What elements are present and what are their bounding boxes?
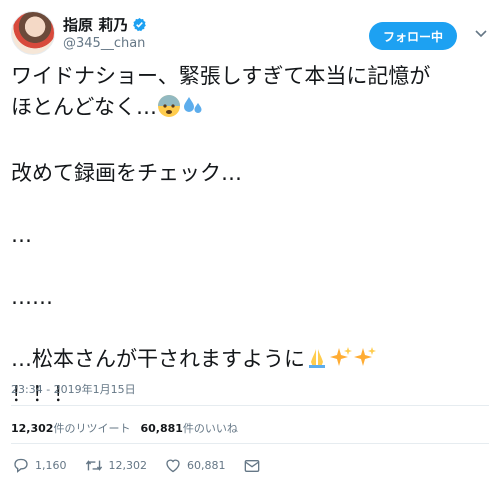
tweet-actions: 1,160 12,302 60,881 [13, 458, 284, 473]
like-count: 60,881 [187, 459, 226, 472]
tweet-line [11, 189, 489, 220]
tweet-line [11, 127, 489, 158]
sparkles-emoji [329, 346, 353, 379]
retweet-icon [85, 460, 102, 471]
tweet-line: ほとんどなく… [11, 92, 489, 127]
following-button[interactable]: フォロー中 [369, 22, 457, 50]
heart-icon [166, 459, 180, 473]
tweet-line: 改めて録画をチェック… [11, 161, 242, 185]
tweet-line: … [11, 223, 32, 247]
reply-count: 1,160 [35, 459, 67, 472]
reply-button[interactable]: 1,160 [13, 458, 67, 473]
anxious-face-emoji [157, 94, 181, 127]
retweet-button[interactable]: 12,302 [85, 458, 148, 473]
tweet-line [11, 251, 489, 282]
envelope-icon [244, 459, 259, 472]
tweet-line [11, 313, 489, 344]
direct-message-button[interactable] [244, 459, 266, 473]
chevron-down-icon[interactable] [472, 25, 490, 43]
tweet-line: …… [11, 285, 53, 309]
divider [11, 405, 489, 406]
tweet-line: …松本さんが干されますように [11, 344, 489, 379]
verified-badge-icon [132, 17, 147, 32]
folded-hands-emoji [305, 346, 329, 379]
user-name-row: 指原 莉乃 [63, 14, 147, 35]
like-button[interactable]: 60,881 [165, 458, 226, 473]
tweet-line: ワイドナショー、緊張しすぎて本当に記憶が [11, 64, 431, 88]
sparkles-emoji [353, 346, 377, 379]
display-name[interactable]: 指原 莉乃 [63, 14, 128, 35]
like-stat[interactable]: 60,881件のいいね [140, 420, 237, 436]
tweet-timestamp[interactable]: 23:34 - 2019年1月15日 [11, 381, 136, 397]
retweet-count: 12,302 [108, 459, 148, 472]
reply-icon [14, 458, 28, 473]
avatar[interactable] [11, 11, 55, 55]
user-handle[interactable]: @345__chan [63, 36, 145, 51]
tweet-text: ワイドナショー、緊張しすぎて本当に記憶が ほとんどなく… 改めて録画をチェック…… [11, 61, 489, 410]
divider [11, 443, 489, 444]
retweet-stat[interactable]: 12,302件のリツイート [11, 420, 130, 436]
tweet-stats: 12,302件のリツイート 60,881件のいいね [11, 420, 238, 436]
sweat-droplets-emoji [181, 94, 205, 127]
